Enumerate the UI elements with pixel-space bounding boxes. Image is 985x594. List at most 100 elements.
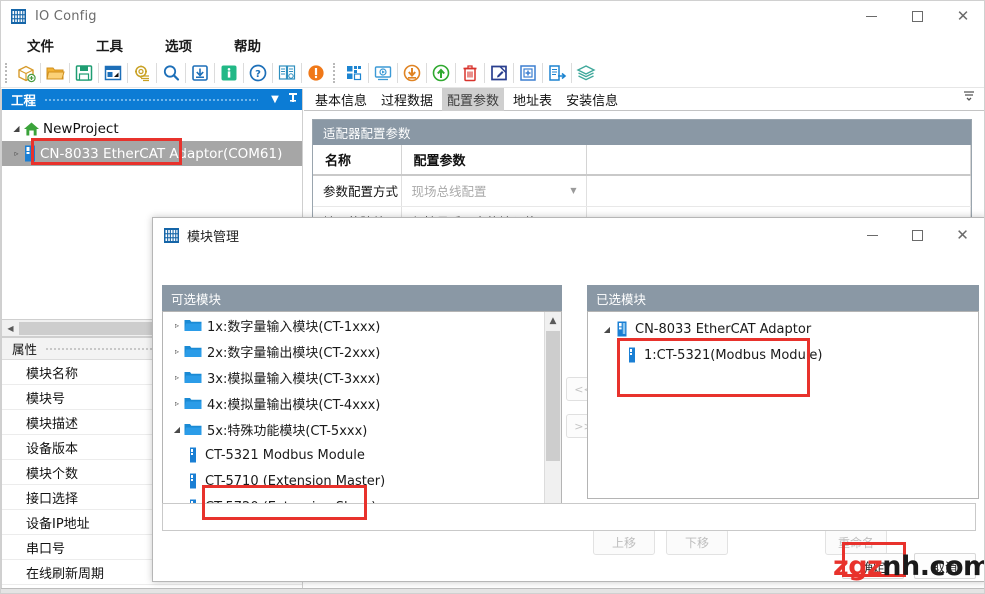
tab-basic-info[interactable]: 基本信息: [310, 88, 372, 111]
param-value-cell[interactable]: 现场总线配置 ▼: [401, 175, 586, 206]
selected-item-adaptor[interactable]: ◢ CN-8033 EtherCAT Adaptor: [588, 316, 978, 342]
list-item-ct5710[interactable]: CT-5710 (Extension Master): [163, 468, 561, 494]
toolbar-separator: [69, 63, 70, 83]
menu-file[interactable]: 文件: [17, 33, 64, 57]
download-arrow-icon[interactable]: [428, 60, 454, 86]
list-item-label: 5x:特殊功能模块(CT-5xxx): [207, 420, 367, 439]
alert-circle-icon[interactable]: [303, 60, 329, 86]
available-modules-list[interactable]: ▹ 1x:数字量输入模块(CT-1xxx) ▹ 2x:数字: [162, 311, 562, 521]
window-controls: ✕: [848, 1, 985, 32]
window-title: IO Config: [35, 9, 97, 24]
help-circle-icon[interactable]: ?: [245, 60, 271, 86]
modules-grid-icon[interactable]: [341, 60, 367, 86]
list-item-folder-3x[interactable]: ▹ 3x:模拟量输入模块(CT-3xxx): [163, 364, 561, 390]
open-folder-icon[interactable]: [42, 60, 68, 86]
toolbar-grip-2: [333, 63, 337, 83]
monitor-icon[interactable]: [370, 60, 396, 86]
toolbar-separator: [542, 63, 543, 83]
chevron-expanded-icon[interactable]: ◢: [10, 124, 23, 133]
menu-help[interactable]: 帮助: [224, 33, 271, 57]
chevron-down-icon[interactable]: ▼: [266, 94, 284, 105]
property-label: 模块号: [26, 388, 65, 407]
selected-item-label: CN-8033 EtherCAT Adaptor: [635, 322, 811, 337]
close-button[interactable]: ✕: [940, 1, 985, 32]
delete-trash-icon[interactable]: [457, 60, 483, 86]
menu-tools[interactable]: 工具: [86, 33, 133, 57]
chevron-collapsed-icon[interactable]: ▹: [10, 149, 23, 158]
search-icon[interactable]: [158, 60, 184, 86]
toolbar-separator: [301, 63, 302, 83]
tab-install-info[interactable]: 安装信息: [561, 88, 623, 111]
tab-process-data[interactable]: 过程数据: [376, 88, 438, 111]
tab-config-params[interactable]: 配置参数: [442, 88, 504, 111]
tree-item-cn8033-adaptor[interactable]: ▹ CN-8033 EtherCAT Adaptor(COM61): [2, 141, 302, 166]
chevron-expanded-icon[interactable]: ◢: [600, 325, 614, 334]
dialog-maximize-button[interactable]: [895, 218, 940, 252]
settings-gear-icon[interactable]: [129, 60, 155, 86]
list-item-folder-5x[interactable]: ◢ 5x:特殊功能模块(CT-5xxx): [163, 416, 561, 442]
edit-note-icon[interactable]: [486, 60, 512, 86]
chevron-expanded-icon[interactable]: ◢: [170, 425, 184, 434]
selected-item-ct5321[interactable]: 1:CT-5321(Modbus Module): [588, 342, 978, 368]
layers-icon[interactable]: [573, 60, 599, 86]
selected-modules-list[interactable]: ◢ CN-8033 EtherCAT Adaptor: [587, 311, 979, 499]
list-item-folder-4x[interactable]: ▹ 4x:模拟量输出模块(CT-4xxx): [163, 390, 561, 416]
chevron-collapsed-icon[interactable]: ▹: [170, 321, 184, 330]
chevron-down-icon[interactable]: ▼: [570, 186, 576, 195]
property-label: 设备IP地址: [26, 513, 90, 532]
chevron-collapsed-icon[interactable]: ▹: [170, 373, 184, 382]
save-as-icon[interactable]: [100, 60, 126, 86]
app-grid-icon: [163, 227, 180, 244]
folder-icon: [184, 396, 202, 410]
rename-button[interactable]: 重命名: [825, 529, 887, 555]
scroll-left-arrow-icon[interactable]: ◀: [2, 321, 19, 336]
chevron-collapsed-icon[interactable]: ▹: [170, 399, 184, 408]
upload-arrow-icon[interactable]: [399, 60, 425, 86]
new-project-icon[interactable]: [13, 60, 39, 86]
property-label: 接口选择: [26, 488, 78, 507]
property-label: 在线刷新周期: [26, 563, 104, 582]
home-icon: [23, 121, 40, 137]
list-item-label: 2x:数字量输出模块(CT-2xxx): [207, 342, 380, 361]
save-icon[interactable]: [71, 60, 97, 86]
maximize-button[interactable]: [894, 1, 940, 32]
params-row-config-method[interactable]: 参数配置方式 现场总线配置 ▼: [313, 175, 971, 206]
cancel-button[interactable]: 取消: [914, 553, 976, 579]
toolbar-separator: [484, 63, 485, 83]
project-panel-title: 工程: [11, 90, 36, 109]
io-config-window: IO Config ✕ 文件 工具 选项 帮助: [0, 0, 985, 594]
available-modules-scrollbar[interactable]: ▲ ▼: [544, 312, 561, 520]
tree-item-newproject[interactable]: ◢ NewProject: [2, 116, 302, 141]
ok-button[interactable]: 确定: [842, 553, 904, 579]
chevron-collapsed-icon[interactable]: ▹: [170, 347, 184, 356]
toolbar-separator: [272, 63, 273, 83]
window-bottom-edge: [1, 588, 985, 593]
list-item-ct5321[interactable]: CT-5321 Modbus Module: [163, 442, 561, 468]
pin-icon[interactable]: [284, 92, 302, 107]
move-up-button[interactable]: 上移: [593, 529, 655, 555]
vscroll-thumb[interactable]: [546, 331, 560, 461]
minimize-button[interactable]: [848, 1, 894, 32]
info-circle-icon[interactable]: [216, 60, 242, 86]
list-item-folder-2x[interactable]: ▹ 2x:数字量输出模块(CT-2xxx): [163, 338, 561, 364]
dialog-close-button[interactable]: ✕: [940, 218, 985, 252]
menu-options[interactable]: 选项: [155, 33, 202, 57]
dialog-window-controls: ✕: [850, 218, 985, 252]
dialog-minimize-button[interactable]: [850, 218, 895, 252]
add-page-icon[interactable]: [515, 60, 541, 86]
list-item-folder-1x[interactable]: ▹ 1x:数字量输入模块(CT-1xxx): [163, 312, 561, 338]
report-book-icon[interactable]: [274, 60, 300, 86]
toolbar-separator: [571, 63, 572, 83]
dialog-title: 模块管理: [187, 226, 239, 245]
scroll-up-arrow-icon[interactable]: ▲: [545, 312, 561, 329]
module-icon: [189, 447, 198, 463]
move-down-button[interactable]: 下移: [666, 529, 728, 555]
toolbar: ?: [1, 58, 985, 88]
download-box-icon[interactable]: [187, 60, 213, 86]
tab-address-table[interactable]: 地址表: [508, 88, 557, 111]
param-name: 参数配置方式: [313, 175, 401, 206]
export-icon[interactable]: [544, 60, 570, 86]
tab-overflow-icon[interactable]: [962, 91, 976, 104]
dialog-log-box[interactable]: [162, 503, 976, 531]
tree-item-label: CN-8033 EtherCAT Adaptor(COM61): [40, 146, 282, 162]
